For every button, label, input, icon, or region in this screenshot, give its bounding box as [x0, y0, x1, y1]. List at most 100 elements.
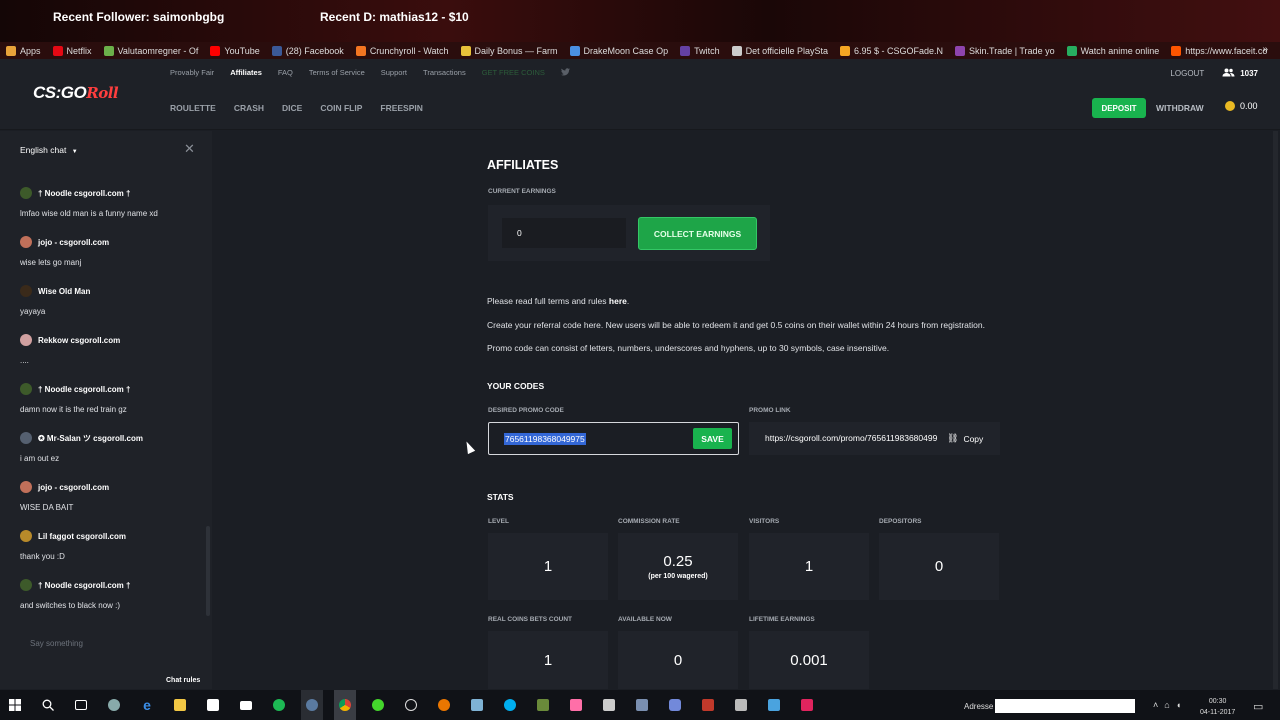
audio-mixer-icon[interactable] [730, 690, 752, 720]
chat-message: jojo - csgoroll.com WISE DA BAIT [20, 481, 200, 512]
save-button[interactable]: SAVE [693, 428, 732, 449]
address-input[interactable] [995, 699, 1135, 713]
edge-icon[interactable]: e [136, 690, 158, 720]
avatar[interactable] [20, 187, 32, 199]
app-grid-icon[interactable] [631, 690, 653, 720]
terms-link[interactable]: here [609, 296, 627, 306]
app-mountain-icon[interactable] [598, 690, 620, 720]
nav-support[interactable]: Support [381, 68, 407, 78]
bookmark-item[interactable]: Twitch [674, 45, 726, 56]
app-red-icon[interactable] [796, 690, 818, 720]
app-icon[interactable] [466, 690, 488, 720]
nav-affiliates[interactable]: Affiliates [230, 68, 262, 78]
cortana-icon[interactable] [103, 690, 125, 720]
nav-crash[interactable]: CRASH [234, 103, 264, 113]
bookmark-item[interactable]: Valutaomregner - Of [98, 45, 205, 56]
bookmarks-more-button[interactable]: » [1262, 44, 1268, 55]
promo-code-value[interactable]: 76561198368049975 [504, 433, 586, 445]
nav-transactions[interactable]: Transactions [423, 68, 466, 78]
chat-message-author[interactable]: Rekkow csgoroll.com [20, 334, 200, 346]
bookmark-item[interactable]: Det officielle PlaySta [726, 45, 834, 56]
close-icon[interactable]: ✕ [184, 141, 195, 157]
nav-roulette[interactable]: ROULETTE [170, 103, 216, 113]
store-icon[interactable] [202, 690, 224, 720]
nav-freespin[interactable]: FREESPIN [380, 103, 423, 113]
nav-terms[interactable]: Terms of Service [309, 68, 365, 78]
bookmark-item[interactable]: DrakeMoon Case Op [564, 45, 675, 56]
chevron-up-icon[interactable]: ˄ [1153, 700, 1158, 710]
blender-icon[interactable] [433, 690, 455, 720]
stat-value: 1 [543, 651, 553, 669]
notification-icon[interactable]: ▭ [1253, 700, 1263, 713]
bookmark-item[interactable]: Daily Bonus — Farm [455, 45, 564, 56]
network-icon[interactable]: ⌂ [1164, 700, 1169, 710]
nav-coin-flip[interactable]: COIN FLIP [320, 103, 362, 113]
app-pink-icon[interactable] [565, 690, 587, 720]
windows-start-icon[interactable] [4, 690, 26, 720]
chat-message-author[interactable]: Lil faggot csgoroll.com [20, 530, 200, 542]
bookmark-item[interactable]: https://www.faceit.co [1165, 45, 1273, 56]
logout-link[interactable]: LOGOUT [1170, 69, 1204, 78]
chat-message-author[interactable]: jojo - csgoroll.com [20, 236, 200, 248]
minecraft-icon[interactable] [532, 690, 554, 720]
collect-earnings-button[interactable]: COLLECT EARNINGS [638, 217, 757, 250]
volume-icon[interactable]: ◖ [1176, 700, 1181, 710]
avatar[interactable] [20, 481, 32, 493]
bookmark-item[interactable]: YouTube [204, 45, 265, 56]
nav-dice[interactable]: DICE [282, 103, 302, 113]
copy-button[interactable]: ⛓ Copy [947, 433, 983, 444]
file-explorer-icon[interactable] [169, 690, 191, 720]
razer-icon[interactable] [367, 690, 389, 720]
chat-author-name: † Noodle csgoroll.com † [38, 188, 131, 198]
coin-icon [1225, 101, 1235, 111]
chat-input[interactable]: Say something [20, 631, 200, 671]
chat-scrollbar[interactable] [206, 526, 210, 616]
chat-message-author[interactable]: † Noodle csgoroll.com † [20, 187, 200, 199]
bookmark-item[interactable]: Watch anime online [1061, 45, 1166, 56]
chat-message-author[interactable]: jojo - csgoroll.com [20, 481, 200, 493]
nav-provably-fair[interactable]: Provably Fair [170, 68, 214, 78]
chat-message-author[interactable]: † Noodle csgoroll.com † [20, 383, 200, 395]
bookmark-item[interactable]: (28) Facebook [266, 45, 350, 56]
avatar[interactable] [20, 383, 32, 395]
app-a-icon[interactable] [697, 690, 719, 720]
chat-message-author[interactable]: ✪ Mr-Salan ツ csgoroll.com [20, 432, 200, 444]
avatar[interactable] [20, 285, 32, 297]
chat-rules-link[interactable]: Chat rules [166, 677, 200, 684]
withdraw-button[interactable]: WITHDRAW [1156, 103, 1204, 113]
avatar[interactable] [20, 432, 32, 444]
chat-message-author[interactable]: Wise Old Man [20, 285, 200, 297]
spotify-icon[interactable] [268, 690, 290, 720]
search-icon[interactable] [37, 690, 59, 720]
promo-link-value[interactable]: https://csgoroll.com/promo/7656119836804… [765, 433, 937, 443]
bookmark-item[interactable]: Crunchyroll - Watch [350, 45, 455, 56]
discord-icon[interactable] [664, 690, 686, 720]
steam-icon[interactable] [301, 690, 323, 720]
nav-get-free-coins[interactable]: GET FREE COINS [482, 68, 545, 78]
main-scrollbar[interactable] [1273, 131, 1278, 689]
chat-language-dropdown[interactable]: English chat ▼ [20, 145, 78, 155]
monitor-icon[interactable] [763, 690, 785, 720]
avatar[interactable] [20, 334, 32, 346]
obs-icon[interactable] [400, 690, 422, 720]
site-logo[interactable]: CS:GORoll [33, 83, 121, 111]
skype-icon[interactable] [499, 690, 521, 720]
mail-icon[interactable] [235, 690, 257, 720]
bookmark-item[interactable]: Skin.Trade | Trade yo [949, 45, 1061, 56]
clock[interactable]: 00:30 04-11-2017 [1200, 696, 1235, 718]
bookmark-item[interactable]: Apps [0, 45, 47, 56]
chrome-icon[interactable] [334, 690, 356, 720]
address-label: Adresse [964, 702, 994, 711]
twitter-icon[interactable] [560, 68, 570, 78]
nav-faq[interactable]: FAQ [278, 68, 293, 78]
bookmark-item[interactable]: Netflix [47, 45, 98, 56]
avatar[interactable] [20, 579, 32, 591]
bookmark-item[interactable]: 6.95 $ - CSGOFade.N [834, 45, 949, 56]
game-nav: ROULETTE CRASH DICE COIN FLIP FREESPIN [170, 103, 441, 113]
chat-message-author[interactable]: † Noodle csgoroll.com † [20, 579, 200, 591]
deposit-button[interactable]: DEPOSIT [1092, 98, 1146, 118]
avatar[interactable] [20, 530, 32, 542]
chat-author-name: ✪ Mr-Salan ツ csgoroll.com [38, 433, 143, 443]
task-view-icon[interactable] [70, 690, 92, 720]
avatar[interactable] [20, 236, 32, 248]
